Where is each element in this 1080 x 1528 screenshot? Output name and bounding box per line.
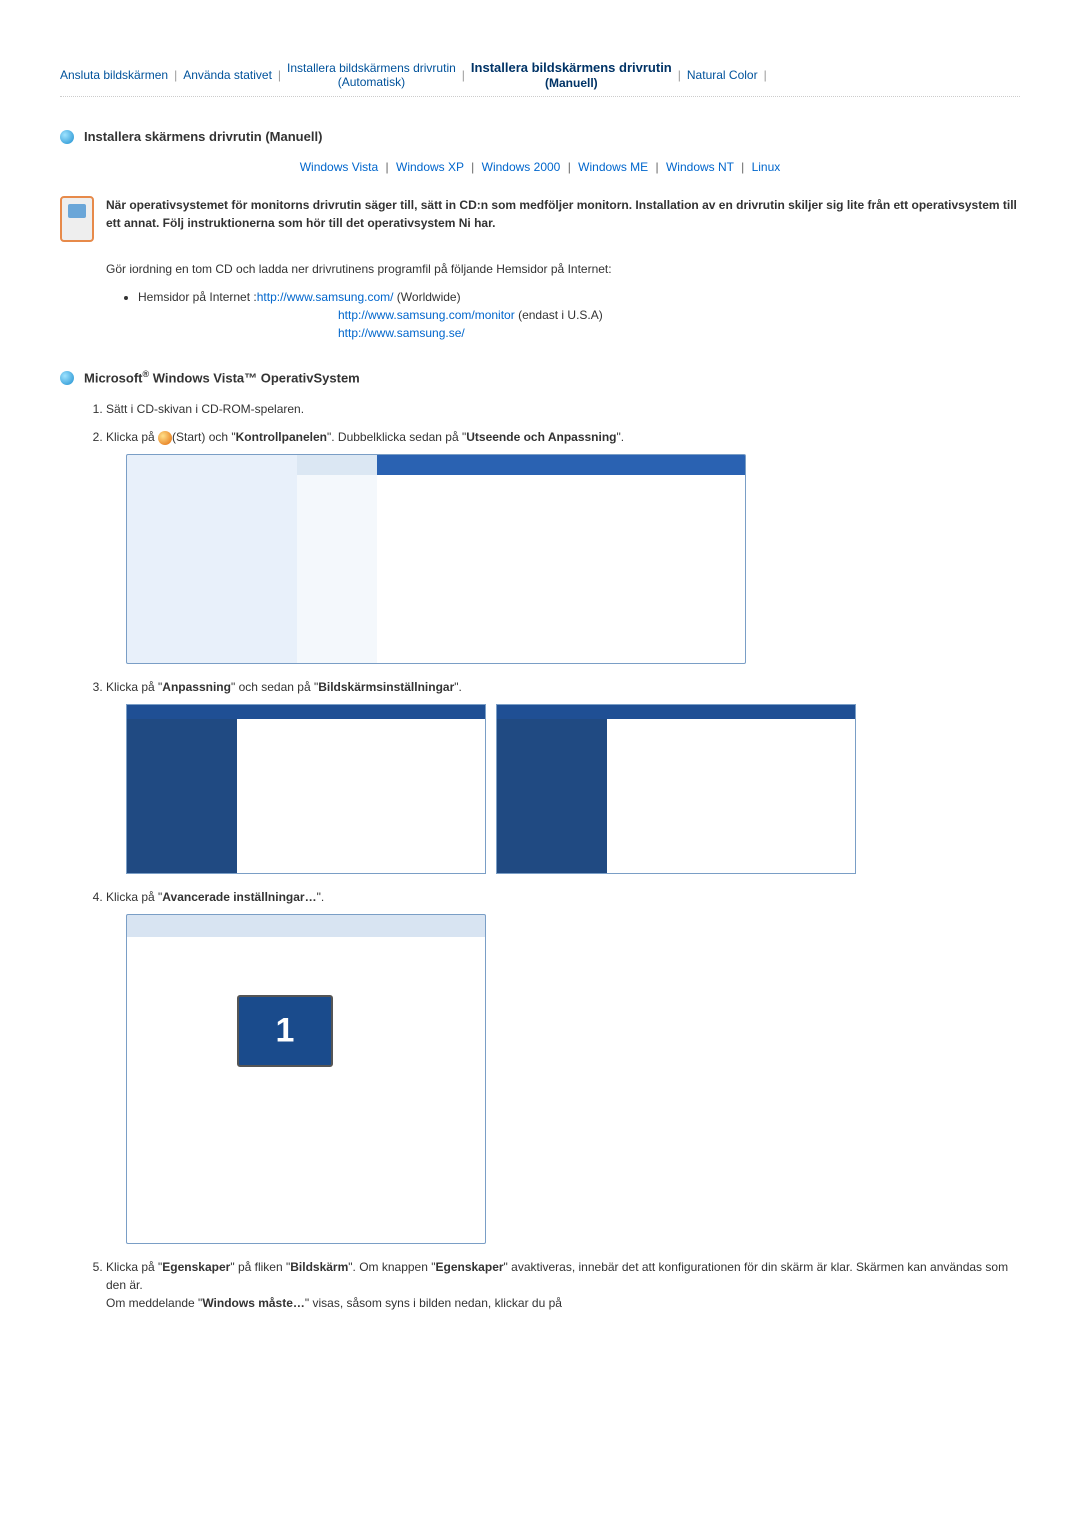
link-tail: (endast i U.S.A): [515, 308, 603, 322]
step-5: Klicka på "Egenskaper" på fliken "Bildsk…: [106, 1258, 1020, 1312]
os-anchor-row: Windows Vista | Windows XP | Windows 200…: [60, 158, 1020, 176]
step-text: Klicka på "Anpassning" och sedan på "Bil…: [106, 680, 462, 694]
screenshot-start-controlpanel: [126, 454, 746, 664]
step-text: Klicka på "Egenskaper" på fliken "Bildsk…: [106, 1260, 1008, 1310]
monitor-cd-icon: [60, 196, 94, 242]
section-heading-vista: Microsoft® Windows Vista™ OperativSystem: [60, 368, 1020, 388]
link-samsung-se[interactable]: http://www.samsung.se/: [338, 326, 465, 340]
nav-item-sub: (Manuell): [545, 76, 598, 90]
monitor-preview-icon: [237, 995, 333, 1067]
links-list-item: Hemsidor på Internet :http://www.samsung…: [138, 288, 1000, 342]
top-nav: Ansluta bildskärmen | Använda stativet |…: [60, 60, 1020, 97]
link-samsung-monitor[interactable]: http://www.samsung.com/monitor: [338, 308, 515, 322]
step-text: Klicka på "Avancerade inställningar…".: [106, 890, 324, 904]
nav-sep: |: [678, 66, 681, 84]
link-samsung-worldwide[interactable]: http://www.samsung.com/: [257, 290, 394, 304]
step-3: Klicka på "Anpassning" och sedan på "Bil…: [106, 678, 1020, 874]
step-4: Klicka på "Avancerade inställningar…".: [106, 888, 1020, 1244]
start-orb-icon: [158, 431, 172, 445]
nav-item-stand[interactable]: Använda stativet: [183, 66, 272, 84]
link-tail: (Worldwide): [393, 290, 460, 304]
anchor-me[interactable]: Windows ME: [578, 160, 648, 174]
section-title: Installera skärmens drivrutin (Manuell): [84, 127, 322, 147]
anchor-nt[interactable]: Windows NT: [666, 160, 734, 174]
nav-item-driver-manual[interactable]: Installera bildskärmens drivrutin (Manue…: [471, 60, 672, 90]
nav-sep: |: [174, 66, 177, 84]
anchor-xp[interactable]: Windows XP: [396, 160, 464, 174]
nav-item-naturalcolor[interactable]: Natural Color: [687, 66, 758, 84]
nav-item-driver-auto[interactable]: Installera bildskärmens drivrutin (Autom…: [287, 61, 456, 90]
section-title: Microsoft® Windows Vista™ OperativSystem: [84, 368, 360, 388]
vista-steps: Sätt i CD-skivan i CD-ROM-spelaren. Klic…: [106, 400, 1020, 1312]
bullet-icon: [60, 371, 74, 385]
step-2: Klicka på (Start) och "Kontrollpanelen".…: [106, 428, 1020, 664]
section-heading-install-manual: Installera skärmens drivrutin (Manuell): [60, 127, 1020, 147]
notice-block: När operativsystemet för monitorns drivr…: [60, 196, 1020, 242]
screenshot-advanced-settings: [126, 914, 486, 1244]
links-intro: Hemsidor på Internet :: [138, 290, 257, 304]
step-1: Sätt i CD-skivan i CD-ROM-spelaren.: [106, 400, 1020, 418]
nav-item-label: Installera bildskärmens drivrutin: [287, 61, 456, 75]
step-text: Sätt i CD-skivan i CD-ROM-spelaren.: [106, 402, 304, 416]
step-text: Klicka på (Start) och "Kontrollpanelen".…: [106, 430, 624, 444]
nav-sep: |: [764, 66, 767, 84]
nav-item-connect[interactable]: Ansluta bildskärmen: [60, 66, 168, 84]
anchor-linux[interactable]: Linux: [752, 160, 781, 174]
anchor-vista[interactable]: Windows Vista: [300, 160, 378, 174]
screenshot-personalization: [126, 704, 486, 874]
screenshot-display-settings: [496, 704, 856, 874]
notice-text: När operativsystemet för monitorns drivr…: [106, 196, 1020, 242]
nav-sep: |: [278, 66, 281, 84]
nav-item-sub: (Automatisk): [338, 75, 405, 89]
prep-paragraph: Gör iordning en tom CD och ladda ner dri…: [106, 260, 1000, 278]
nav-sep: |: [462, 66, 465, 84]
nav-item-label: Installera bildskärmens drivrutin: [471, 60, 672, 76]
links-list: Hemsidor på Internet :http://www.samsung…: [138, 288, 1000, 342]
bullet-icon: [60, 130, 74, 144]
anchor-2000[interactable]: Windows 2000: [482, 160, 561, 174]
